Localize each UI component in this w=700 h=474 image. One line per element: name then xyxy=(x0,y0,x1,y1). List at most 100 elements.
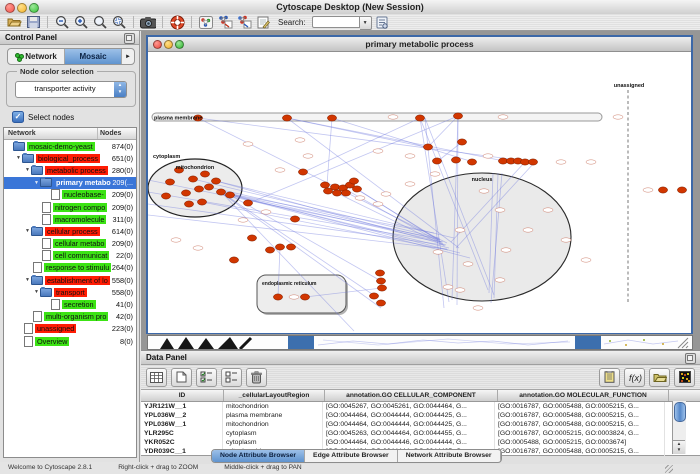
network-node[interactable] xyxy=(298,169,307,175)
table-column-header[interactable]: _cellularLayoutRegion xyxy=(224,390,325,401)
network-node[interactable] xyxy=(376,278,385,284)
tree-row[interactable]: ▼establishment of lo558(0) xyxy=(4,274,136,286)
table-row[interactable]: YLR295Ccytoplasm[GO:0045263, GO:0044464,… xyxy=(141,429,700,438)
network-node[interactable] xyxy=(528,159,537,165)
network-node[interactable] xyxy=(320,182,329,188)
tree-row[interactable]: secretion41(0) xyxy=(4,298,136,310)
network-view-titlebar[interactable]: primary metabolic process xyxy=(148,37,691,52)
network-node[interactable] xyxy=(225,192,234,198)
view-minimize-button[interactable] xyxy=(164,40,173,49)
network-node[interactable] xyxy=(300,294,309,300)
import-network-icon[interactable] xyxy=(217,15,233,29)
zoom-window-button[interactable] xyxy=(29,3,39,13)
save-session-button[interactable] xyxy=(25,15,41,29)
network-node[interactable] xyxy=(216,189,225,195)
tree-expand-arrow-icon[interactable]: ▼ xyxy=(24,277,31,283)
search-config-icon[interactable] xyxy=(375,15,391,29)
network-node[interactable] xyxy=(200,171,209,177)
network-node[interactable] xyxy=(286,244,295,250)
network-node[interactable] xyxy=(423,144,432,150)
snapshot-camera-icon[interactable] xyxy=(140,15,156,29)
tree-row[interactable]: unassigned223(0) xyxy=(4,323,136,335)
float-panel-icon[interactable] xyxy=(124,33,135,44)
help-lifering-icon[interactable] xyxy=(169,15,185,29)
annotation-tool-icon[interactable] xyxy=(255,15,271,29)
network-node[interactable] xyxy=(229,257,238,263)
view-close-button[interactable] xyxy=(153,40,162,49)
network-node[interactable] xyxy=(349,178,358,184)
tab-mosaic[interactable]: Mosaic xyxy=(65,49,122,64)
table-column-header[interactable]: annotation.GO CELLULAR_COMPONENT xyxy=(325,390,498,401)
tree-row[interactable]: ▼primary metabo209(... xyxy=(4,177,136,189)
table-vertical-scrollbar[interactable]: ▲▼ xyxy=(672,401,686,454)
view-zoom-button[interactable] xyxy=(175,40,184,49)
network-node[interactable] xyxy=(457,139,466,145)
network-node[interactable] xyxy=(194,186,203,192)
minimize-window-button[interactable] xyxy=(17,3,27,13)
table-row[interactable]: YPL036W__2plasma membrane[GO:0044464, GO… xyxy=(141,411,700,420)
formula-builder-icon[interactable]: f(x) xyxy=(624,368,645,387)
tree-row[interactable]: nitrogen compo209(0) xyxy=(4,201,136,213)
network-node[interactable] xyxy=(352,186,361,192)
network-node[interactable] xyxy=(273,294,282,300)
matrix-view-icon[interactable] xyxy=(674,368,695,387)
network-node[interactable] xyxy=(432,158,441,164)
network-node[interactable] xyxy=(451,157,460,163)
tab-node-attribute-browser[interactable]: Node Attribute Browser xyxy=(212,450,305,462)
network-node[interactable] xyxy=(377,285,386,291)
tree-row[interactable]: Overview8(0) xyxy=(4,335,136,347)
network-node[interactable] xyxy=(275,244,284,250)
tree-row[interactable]: macromolecule311(0) xyxy=(4,213,136,225)
data-panel-float-icon[interactable] xyxy=(685,353,696,364)
network-node[interactable] xyxy=(204,184,213,190)
network-node[interactable] xyxy=(188,176,197,182)
delete-attribute-trash-icon[interactable] xyxy=(246,368,267,387)
tab-edge-attribute-browser[interactable]: Edge Attribute Browser xyxy=(305,450,398,462)
new-attribute-icon[interactable] xyxy=(171,368,192,387)
network-canvas[interactable]: plasma membrane cytoplasm mitochondrion … xyxy=(148,52,691,333)
table-row[interactable]: YKR052Ccytoplasm[GO:0044464, GO:0044446,… xyxy=(141,438,700,447)
zoom-in-icon[interactable] xyxy=(73,15,89,29)
attribute-batch-icon[interactable] xyxy=(599,368,620,387)
zoom-out-icon[interactable] xyxy=(54,15,70,29)
tree-row[interactable]: cell communicat22(0) xyxy=(4,250,136,262)
network-node[interactable] xyxy=(658,187,667,193)
network-node[interactable] xyxy=(184,201,193,207)
tree-expand-arrow-icon[interactable]: ▼ xyxy=(15,155,22,161)
table-row[interactable]: YPL036W__1mitochondrion[GO:0044464, GO:0… xyxy=(141,420,700,429)
tree-row[interactable]: cellular metabo209(0) xyxy=(4,238,136,250)
scrollbar-arrows[interactable]: ▲▼ xyxy=(673,440,685,454)
vizmapper-icon[interactable] xyxy=(198,15,214,29)
network-node[interactable] xyxy=(243,200,252,206)
plasma-membrane-region[interactable] xyxy=(152,113,602,121)
background-windows-strip[interactable] xyxy=(147,335,693,350)
zoom-fit-icon[interactable] xyxy=(92,15,108,29)
select-attributes-icon[interactable] xyxy=(196,368,217,387)
zoom-selected-icon[interactable] xyxy=(111,15,127,29)
network-node[interactable] xyxy=(197,199,206,205)
search-input[interactable] xyxy=(312,16,360,28)
open-session-button[interactable] xyxy=(6,15,22,29)
tree-row[interactable]: multi-organism pro42(0) xyxy=(4,311,136,323)
table-row[interactable]: YJR121W__1mitochondrion[GO:0045267, GO:0… xyxy=(141,402,700,411)
network-node[interactable] xyxy=(211,178,220,184)
tree-expand-arrow-icon[interactable]: ▼ xyxy=(24,167,31,173)
table-column-header[interactable]: ID xyxy=(141,390,224,401)
node-color-dropdown[interactable]: transporter activity ▲▼ xyxy=(15,81,127,98)
tree-header-network[interactable]: Network xyxy=(4,128,98,139)
tree-header-nodes[interactable]: Nodes xyxy=(98,128,136,139)
select-nodes-checkbox[interactable]: ✓ xyxy=(12,111,24,123)
network-node[interactable] xyxy=(265,247,274,253)
network-node[interactable] xyxy=(282,115,291,121)
table-column-header[interactable]: annotation.GO MOLECULAR_FUNCTION xyxy=(498,390,669,401)
attribute-table-icon[interactable] xyxy=(146,368,167,387)
tree-expand-arrow-icon[interactable]: ▼ xyxy=(24,228,31,234)
network-node[interactable] xyxy=(290,216,299,222)
network-node[interactable] xyxy=(332,190,341,196)
network-node[interactable] xyxy=(369,293,378,299)
network-node[interactable] xyxy=(453,113,462,119)
tab-overflow-arrow-icon[interactable]: ► xyxy=(122,49,134,64)
network-node[interactable] xyxy=(415,115,424,121)
tab-network[interactable]: Network xyxy=(8,49,65,64)
scrollbar-thumb[interactable] xyxy=(674,402,686,422)
